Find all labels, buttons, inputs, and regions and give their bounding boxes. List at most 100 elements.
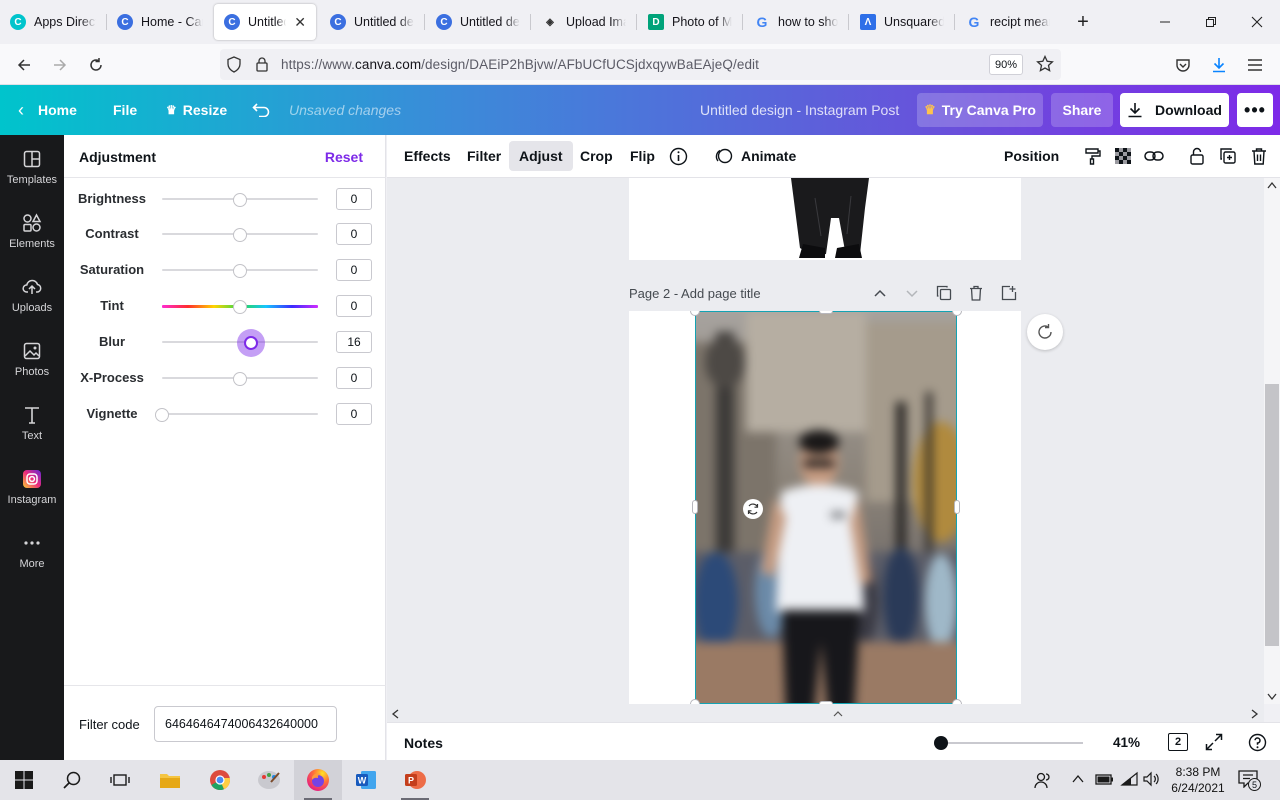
- taskbar-word[interactable]: W: [342, 760, 390, 800]
- browser-tab[interactable]: G how to show: [744, 4, 848, 40]
- volume-icon[interactable]: [1142, 771, 1160, 787]
- slider-value-x-process[interactable]: 0: [336, 367, 372, 389]
- browser-tab[interactable]: C Untitled design: [426, 4, 530, 40]
- resize-handle-top[interactable]: [819, 311, 833, 314]
- rail-item-photos[interactable]: Photos: [0, 327, 64, 391]
- url-text[interactable]: https://www.canva.com/design/DAEiP2hBjvw…: [281, 57, 759, 72]
- file-menu-button[interactable]: File: [113, 85, 137, 135]
- battery-icon[interactable]: [1094, 772, 1114, 786]
- back-icon[interactable]: [11, 52, 37, 78]
- slider-value-tint[interactable]: 0: [336, 295, 372, 317]
- download-button[interactable]: Download: [1120, 93, 1229, 127]
- slider-knob-brightness[interactable]: [233, 193, 247, 207]
- chevron-down-icon[interactable]: [905, 286, 919, 300]
- scroll-down-icon[interactable]: [1267, 693, 1277, 701]
- blurred-photo-of-man[interactable]: [695, 311, 957, 704]
- hamburger-menu-icon[interactable]: [1242, 52, 1268, 78]
- man-legs-image[interactable]: [629, 178, 1021, 260]
- page-zoom-badge[interactable]: 90%: [989, 54, 1023, 75]
- delete-page-icon[interactable]: [969, 285, 983, 301]
- wifi-icon[interactable]: [1120, 771, 1138, 787]
- resize-handle-right[interactable]: [954, 500, 960, 514]
- resize-handle-tr[interactable]: [952, 311, 962, 316]
- copy-style-icon[interactable]: [1081, 145, 1103, 167]
- downloads-icon[interactable]: [1206, 52, 1232, 78]
- slider-track-blur[interactable]: [162, 341, 318, 343]
- task-view-button[interactable]: [96, 760, 144, 800]
- browser-tab[interactable]: D Photo of Man: [638, 4, 742, 40]
- browser-tab[interactable]: Λ Unsquared Photos: [850, 4, 954, 40]
- restore-icon[interactable]: [1196, 8, 1226, 36]
- taskbar-file-explorer[interactable]: [146, 760, 194, 800]
- lock-element-icon[interactable]: [1186, 145, 1208, 167]
- scroll-right-icon[interactable]: [1251, 709, 1259, 719]
- animate-button[interactable]: Animate: [705, 141, 806, 171]
- browser-tab[interactable]: C Apps Directory: [0, 4, 106, 40]
- taskbar-firefox[interactable]: [294, 760, 342, 800]
- vertical-scroll-thumb[interactable]: [1265, 384, 1279, 646]
- slider-track-vignette[interactable]: [162, 413, 318, 415]
- try-canva-pro-button[interactable]: ♛ Try Canva Pro: [917, 93, 1043, 127]
- undo-button[interactable]: [252, 85, 270, 135]
- design-title-area[interactable]: Untitled design - Instagram Post: [700, 85, 899, 135]
- rail-item-uploads[interactable]: Uploads: [0, 263, 64, 327]
- slider-knob-vignette[interactable]: [155, 408, 169, 422]
- filter-code-input[interactable]: 6464646474006432640000: [154, 706, 337, 742]
- crop-button[interactable]: Crop: [570, 141, 623, 171]
- lock-icon[interactable]: [255, 56, 269, 72]
- clock[interactable]: 8:38 PM 6/24/2021: [1165, 764, 1231, 796]
- chevron-up-icon[interactable]: [873, 286, 887, 300]
- rail-item-templates[interactable]: Templates: [0, 135, 64, 199]
- taskbar-powerpoint[interactable]: P: [391, 760, 439, 800]
- help-icon[interactable]: [1248, 733, 1267, 752]
- taskbar-chrome[interactable]: [196, 760, 244, 800]
- reset-button[interactable]: Reset: [325, 149, 363, 165]
- browser-tab[interactable]: C Home - Canva: [107, 4, 213, 40]
- horizontal-scrollbar[interactable]: [387, 704, 1264, 722]
- people-icon[interactable]: [1034, 771, 1052, 789]
- slider-knob-tint[interactable]: [233, 300, 247, 314]
- rail-item-more[interactable]: More: [0, 519, 64, 583]
- link-icon[interactable]: [1143, 145, 1165, 167]
- zoom-slider-knob[interactable]: [934, 736, 948, 750]
- slider-knob-saturation[interactable]: [233, 264, 247, 278]
- filter-button[interactable]: Filter: [457, 141, 511, 171]
- notes-button[interactable]: Notes: [404, 735, 443, 751]
- flip-button[interactable]: Flip: [620, 141, 665, 171]
- reload-icon[interactable]: [83, 52, 109, 78]
- zoom-percentage[interactable]: 41%: [1113, 735, 1140, 750]
- rail-item-instagram[interactable]: Instagram: [0, 455, 64, 519]
- forward-icon[interactable]: [47, 52, 73, 78]
- rotate-icon[interactable]: [742, 498, 764, 520]
- slider-value-vignette[interactable]: 0: [336, 403, 372, 425]
- browser-tab[interactable]: ◈ Upload Image: [532, 4, 636, 40]
- page-grid-button[interactable]: 2: [1168, 733, 1188, 751]
- duplicate-icon[interactable]: [1217, 145, 1239, 167]
- slider-value-blur[interactable]: 16: [336, 331, 372, 353]
- notification-center-button[interactable]: 5: [1238, 770, 1262, 791]
- tray-chevron-up-icon[interactable]: [1072, 774, 1084, 784]
- slider-value-brightness[interactable]: 0: [336, 188, 372, 210]
- resize-button[interactable]: ♛ Resize: [166, 85, 227, 135]
- duplicate-page-icon[interactable]: [936, 285, 952, 301]
- more-options-button[interactable]: •••: [1237, 93, 1273, 127]
- scroll-up-icon[interactable]: [1267, 181, 1277, 189]
- canvas-workspace[interactable]: Page 2 - Add page title: [387, 178, 1264, 704]
- search-button[interactable]: [48, 760, 96, 800]
- rail-item-text[interactable]: Text: [0, 391, 64, 455]
- new-tab-icon[interactable]: +: [1068, 8, 1098, 36]
- slider-value-saturation[interactable]: 0: [336, 259, 372, 281]
- transparency-icon[interactable]: [1112, 145, 1134, 167]
- browser-tab[interactable]: G recipt meaning: [956, 4, 1060, 40]
- close-window-icon[interactable]: [1242, 8, 1272, 36]
- position-button[interactable]: Position: [994, 141, 1069, 171]
- info-icon[interactable]: [667, 145, 689, 167]
- slider-value-contrast[interactable]: 0: [336, 223, 372, 245]
- browser-tab[interactable]: C Untitled design: [320, 4, 424, 40]
- page-2-canvas[interactable]: [629, 311, 1021, 704]
- rail-item-elements[interactable]: Elements: [0, 199, 64, 263]
- slider-knob-x-process[interactable]: [233, 372, 247, 386]
- page-title-input[interactable]: Page 2 - Add page title: [629, 286, 761, 301]
- fullscreen-icon[interactable]: [1205, 733, 1223, 751]
- share-button[interactable]: Share: [1051, 93, 1113, 127]
